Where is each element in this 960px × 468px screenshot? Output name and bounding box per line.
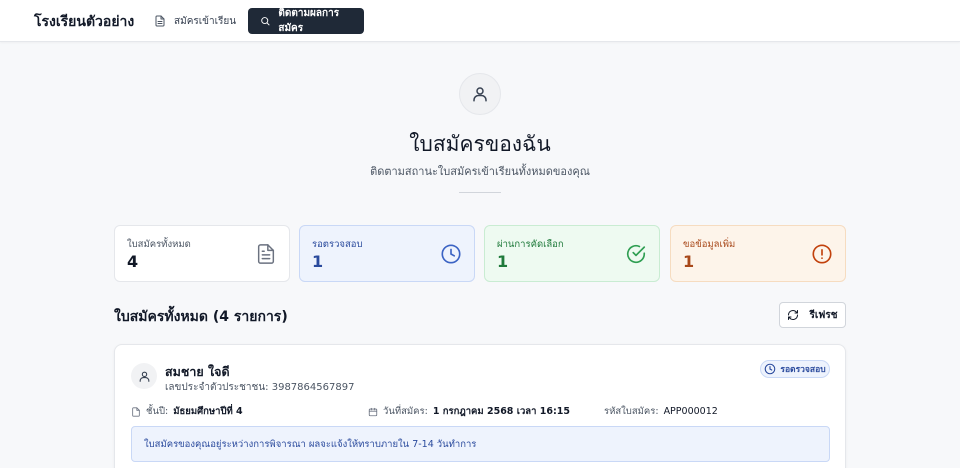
refresh-button[interactable]: รีเฟรช bbox=[779, 302, 846, 328]
calendar-icon bbox=[368, 407, 378, 416]
check-circle-icon bbox=[626, 245, 646, 263]
refresh-icon bbox=[788, 310, 799, 320]
track-nav-button[interactable]: ติดตามผลการสมัคร bbox=[248, 8, 364, 34]
stat-passed-label: ผ่านการคัดเลือก bbox=[497, 239, 564, 250]
alert-circle-icon bbox=[812, 244, 832, 264]
applicant-avatar bbox=[131, 363, 157, 389]
grade-info: ชั้นปี: มัธยมศึกษาปีที่ 4 bbox=[131, 404, 243, 419]
stat-card-info-requested: ขอข้อมูลเพิ่ม 1 bbox=[670, 225, 846, 282]
date-info: วันที่สมัคร: 1 กรกฎาคม 2568 เวลา 16:15 bbox=[368, 404, 570, 419]
status-note: ใบสมัครของคุณอยู่ระหว่างการพิจารณา ผลจะแ… bbox=[131, 426, 830, 462]
applicant-id-number: เลขประจำตัวประชาชน: 3987864567897 bbox=[165, 382, 355, 393]
code-label: รหัสใบสมัคร: bbox=[604, 406, 659, 417]
document-icon bbox=[132, 406, 140, 417]
track-nav-label: ติดตามผลการสมัคร bbox=[278, 8, 340, 34]
hero-avatar bbox=[459, 73, 501, 115]
title-divider bbox=[459, 192, 501, 193]
refresh-label: รีเฟรช bbox=[809, 309, 838, 321]
stat-pending-value: 1 bbox=[312, 252, 324, 271]
user-icon bbox=[473, 87, 487, 102]
document-icon bbox=[257, 244, 275, 264]
applications-list-title: ใบสมัครทั้งหมด (4 รายการ) bbox=[114, 309, 288, 325]
stat-info-label: ขอข้อมูลเพิ่ม bbox=[683, 239, 736, 250]
stat-info-value: 1 bbox=[683, 252, 695, 271]
status-badge-label: รอตรวจสอบ bbox=[780, 365, 826, 375]
code-value: APP000012 bbox=[663, 406, 718, 417]
page-subtitle: ติดตามสถานะใบสมัครเข้าเรียนทั้งหมดของคุณ bbox=[370, 165, 590, 178]
school-brand[interactable]: โรงเรียนตัวอย่าง bbox=[34, 11, 134, 33]
user-icon bbox=[139, 371, 149, 382]
stat-card-total: ใบสมัครทั้งหมด 4 bbox=[114, 225, 290, 282]
stat-total-label: ใบสมัครทั้งหมด bbox=[127, 239, 191, 250]
applicant-name: สมชาย ใจดี bbox=[165, 364, 230, 379]
stat-pending-label: รอตรวจสอบ bbox=[312, 239, 363, 250]
search-icon bbox=[261, 17, 270, 26]
clock-icon bbox=[441, 244, 461, 264]
page-title: ใบสมัครของฉัน bbox=[409, 132, 551, 156]
top-navigation-bar: โรงเรียนตัวอย่าง สมัครเข้าเรียน ติดตามผล… bbox=[0, 0, 960, 42]
stat-total-value: 4 bbox=[127, 252, 139, 271]
date-label: วันที่สมัคร: bbox=[383, 406, 428, 417]
application-card[interactable]: สมชาย ใจดี เลขประจำตัวประชาชน: 398786456… bbox=[114, 344, 846, 468]
status-badge: รอตรวจสอบ bbox=[760, 360, 830, 378]
apply-nav-button[interactable]: สมัครเข้าเรียน bbox=[142, 8, 248, 34]
stat-passed-value: 1 bbox=[497, 252, 509, 271]
stat-card-pending: รอตรวจสอบ 1 bbox=[299, 225, 475, 282]
application-code-info: รหัสใบสมัคร: APP000012 bbox=[604, 404, 718, 419]
document-icon bbox=[155, 15, 165, 27]
grade-label: ชั้นปี: bbox=[146, 406, 169, 417]
apply-nav-label: สมัครเข้าเรียน bbox=[174, 15, 237, 27]
stat-card-passed: ผ่านการคัดเลือก 1 bbox=[484, 225, 660, 282]
grade-value: มัธยมศึกษาปีที่ 4 bbox=[173, 406, 243, 417]
date-value: 1 กรกฎาคม 2568 เวลา 16:15 bbox=[432, 406, 571, 417]
clock-icon bbox=[765, 363, 776, 375]
